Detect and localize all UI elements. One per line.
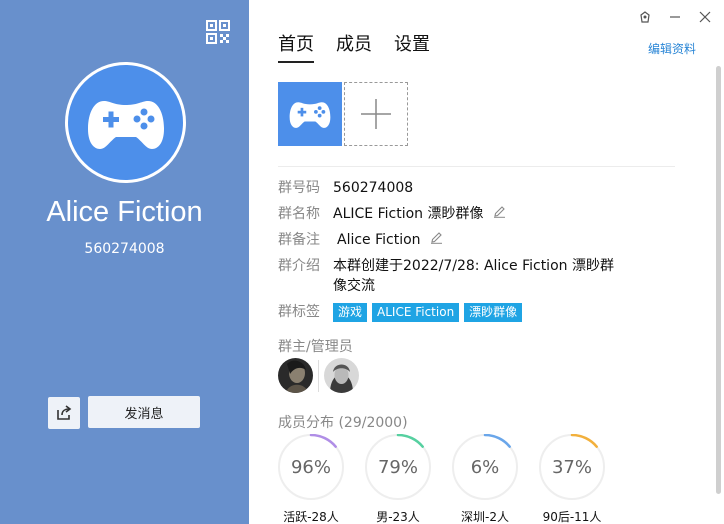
group-tags-row: 群标签 游戏 ALICE Fiction 漂眇群像 — [278, 302, 678, 322]
group-remark-value: Alice Fiction — [337, 232, 421, 248]
member-distribution: 96% 活跃-28人 79% 男-23人 6% 深圳-2人 37% 90后-11… — [278, 434, 605, 524]
pencil-icon[interactable] — [493, 204, 506, 224]
tag-game[interactable]: 游戏 — [333, 302, 368, 322]
group-remark-label: 群备注 — [278, 232, 320, 248]
member-distribution-label: 成员分布 (29/2000) — [278, 415, 408, 431]
gamepad-icon — [289, 102, 331, 128]
group-id-row: 群号码 560274008 — [278, 178, 678, 198]
tab-settings[interactable]: 设置 — [394, 30, 430, 63]
group-card-panel: Alice Fiction 560274008 发消息 — [0, 0, 249, 524]
distribution-percent: 79% — [377, 457, 418, 478]
group-intro-value: 本群创建于2022/7/28: Alice Fiction 漂眇群像交流 — [333, 258, 614, 294]
divider — [278, 166, 675, 167]
pencil-icon[interactable] — [430, 230, 443, 250]
distribution-caption: 男-23人 — [376, 510, 420, 524]
tab-members[interactable]: 成员 — [336, 30, 372, 63]
send-message-button[interactable]: 发消息 — [88, 396, 200, 428]
group-avatar[interactable] — [65, 62, 186, 183]
group-intro-row: 群介绍 本群创建于2022/7/28: Alice Fiction 漂眇群像交流 — [278, 256, 678, 296]
distribution-percent: 96% — [290, 457, 331, 478]
distribution-caption: 90后-11人 — [542, 510, 602, 524]
qr-code-icon[interactable] — [206, 20, 230, 44]
tag-alice-fiction[interactable]: ALICE Fiction — [372, 302, 460, 322]
minimize-icon[interactable] — [668, 10, 682, 24]
divider — [318, 359, 319, 392]
skin-icon[interactable] — [638, 10, 652, 24]
tab-bar: 首页 成员 设置 — [278, 30, 430, 63]
close-icon[interactable] — [698, 10, 712, 24]
share-button[interactable] — [48, 397, 80, 429]
distribution-region[interactable]: 6% 深圳-2人 — [452, 434, 518, 524]
group-remark-row: 群备注 Alice Fiction — [278, 230, 678, 250]
group-info: 群号码 560274008 群名称 ALICE Fiction 漂眇群像 群备注… — [278, 178, 678, 328]
group-photo-row — [278, 82, 408, 146]
distribution-gender[interactable]: 79% 男-23人 — [365, 434, 431, 524]
gamepad-icon — [87, 100, 164, 149]
distribution-percent: 37% — [551, 457, 592, 478]
admins-label: 群主/管理员 — [278, 339, 353, 355]
tag-group-portrait[interactable]: 漂眇群像 — [464, 302, 523, 322]
distribution-caption: 活跃-28人 — [283, 510, 339, 524]
distribution-active[interactable]: 96% 活跃-28人 — [278, 434, 344, 524]
tab-home[interactable]: 首页 — [278, 30, 314, 63]
group-number: 560274008 — [84, 241, 165, 257]
group-name-row: 群名称 ALICE Fiction 漂眇群像 — [278, 204, 678, 224]
admins-list — [278, 358, 359, 393]
distribution-age[interactable]: 37% 90后-11人 — [539, 434, 605, 524]
window-controls — [638, 10, 712, 24]
add-photo-button[interactable] — [344, 82, 408, 146]
plus-icon — [361, 99, 391, 129]
admin-avatar[interactable] — [324, 358, 359, 393]
owner-avatar[interactable] — [278, 358, 313, 393]
scrollbar[interactable] — [716, 66, 721, 494]
group-name-label: 群名称 — [278, 206, 320, 222]
distribution-percent: 6% — [470, 457, 500, 478]
group-photo-thumbnail[interactable] — [278, 82, 342, 146]
group-detail-panel: 首页 成员 设置 编辑资料 群号码 560274008 群名称 ALICE Fi… — [249, 0, 724, 524]
group-id-value: 560274008 — [333, 180, 414, 196]
group-name-title: Alice Fiction — [46, 196, 203, 228]
edit-profile-link[interactable]: 编辑资料 — [648, 40, 696, 57]
group-id-label: 群号码 — [278, 180, 320, 196]
group-tags-label: 群标签 — [278, 304, 320, 320]
group-intro-label: 群介绍 — [278, 258, 320, 274]
distribution-caption: 深圳-2人 — [461, 510, 509, 524]
group-name-value: ALICE Fiction 漂眇群像 — [333, 206, 484, 222]
share-icon — [57, 405, 72, 420]
